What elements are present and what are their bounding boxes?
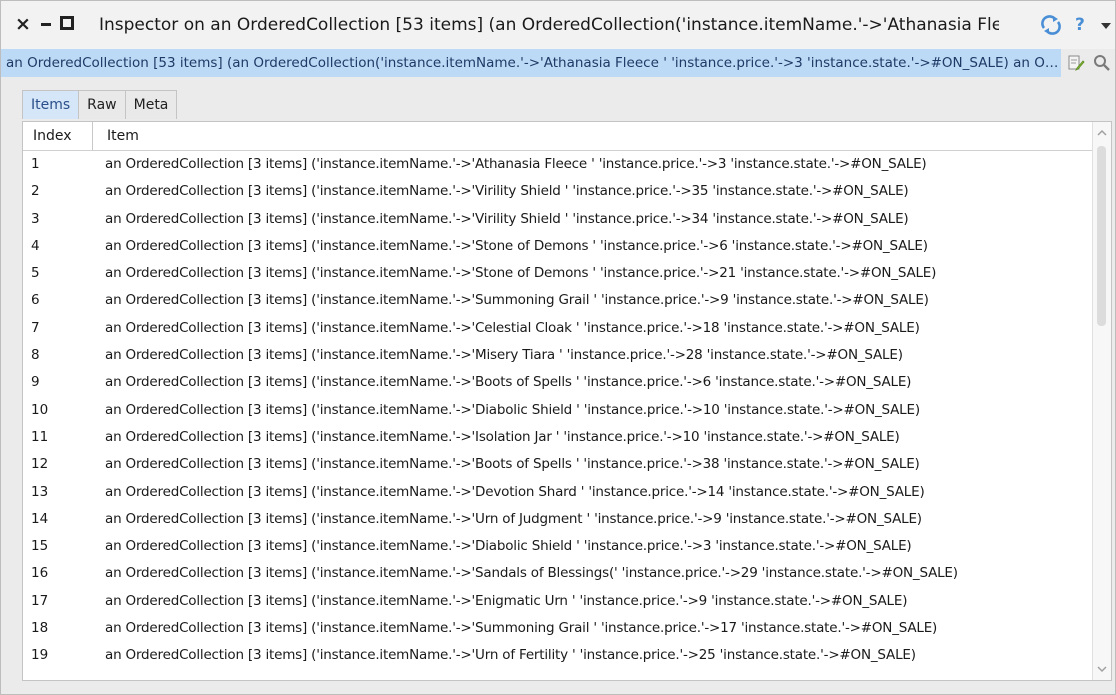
row-item: an OrderedCollection [3 items] ('instanc… <box>105 483 925 500</box>
table-row[interactable]: 8 an OrderedCollection [3 items] ('instan… <box>23 342 1093 369</box>
row-item: an OrderedCollection [3 items] ('instanc… <box>105 374 912 391</box>
row-index: 13 <box>31 483 49 500</box>
tab-bar: Items Raw Meta <box>22 90 178 120</box>
row-item: an OrderedCollection [3 items] ('instanc… <box>105 237 928 254</box>
row-item: an OrderedCollection [3 items] ('instanc… <box>105 647 916 664</box>
table-row[interactable]: 6 an OrderedCollection [3 items] ('instan… <box>23 287 1093 314</box>
scroll-down-icon[interactable] <box>1097 664 1107 674</box>
row-index: 9 <box>31 374 40 391</box>
table-row[interactable]: 3 an OrderedCollection [3 items] ('instan… <box>23 206 1093 233</box>
table-row[interactable]: 5 an OrderedCollection [3 items] ('instan… <box>23 260 1093 287</box>
table-row[interactable]: 18 an OrderedCollection [3 items] ('insta… <box>23 615 1093 642</box>
minimize-icon[interactable] <box>41 23 51 26</box>
row-index: 7 <box>31 319 40 336</box>
table-row[interactable]: 11 an OrderedCollection [3 items] ('insta… <box>23 424 1093 451</box>
table-row[interactable]: 13 an OrderedCollection [3 items] ('insta… <box>23 479 1093 506</box>
row-item: an OrderedCollection [3 items] ('instanc… <box>105 319 920 336</box>
title-bar[interactable]: × Inspector on an OrderedCollection [53 … <box>1 1 1115 49</box>
row-item: an OrderedCollection [3 items] ('instanc… <box>105 183 909 200</box>
chevron-down-icon[interactable] <box>1101 23 1111 29</box>
row-index: 18 <box>31 620 49 637</box>
table-row[interactable]: 14 an OrderedCollection [3 items] ('insta… <box>23 506 1093 533</box>
table-body: 1 an OrderedCollection [3 items] ('instan… <box>23 151 1093 670</box>
row-index: 16 <box>31 565 49 582</box>
table-row[interactable]: 17 an OrderedCollection [3 items] ('insta… <box>23 588 1093 615</box>
row-index: 12 <box>31 456 49 473</box>
scrollbar-thumb[interactable] <box>1097 146 1106 326</box>
window-title: Inspector on an OrderedCollection [53 it… <box>99 15 999 35</box>
edit-icon[interactable] <box>1067 54 1085 72</box>
row-item: an OrderedCollection [3 items] ('instanc… <box>105 347 903 364</box>
breadcrumb-item[interactable]: an OrderedCollection [53 items] (an Orde… <box>1 49 1061 77</box>
tab-items[interactable]: Items <box>22 90 80 119</box>
table-row[interactable]: 15 an OrderedCollection [3 items] ('insta… <box>23 533 1093 560</box>
table-row[interactable]: 10 an OrderedCollection [3 items] ('insta… <box>23 397 1093 424</box>
row-item: an OrderedCollection [3 items] ('instanc… <box>105 428 900 445</box>
maximize-icon[interactable] <box>60 16 74 30</box>
row-item: an OrderedCollection [3 items] ('instanc… <box>105 620 938 637</box>
row-index: 6 <box>31 292 40 309</box>
search-icon[interactable] <box>1093 54 1111 72</box>
row-item: an OrderedCollection [3 items] ('instanc… <box>105 210 909 227</box>
row-index: 8 <box>31 347 40 364</box>
row-index: 10 <box>31 401 49 418</box>
row-index: 4 <box>31 237 40 254</box>
row-item: an OrderedCollection [3 items] ('instanc… <box>105 265 937 282</box>
table-row[interactable]: 1 an OrderedCollection [3 items] ('instan… <box>23 151 1093 178</box>
items-table: Index Item 1 an OrderedCollection [3 item… <box>22 121 1112 681</box>
row-index: 1 <box>31 156 40 172</box>
table-row[interactable]: 9 an OrderedCollection [3 items] ('instan… <box>23 369 1093 396</box>
row-index: 14 <box>31 510 49 527</box>
row-index: 11 <box>31 428 49 445</box>
table-row[interactable]: 16 an OrderedCollection [3 items] ('insta… <box>23 560 1093 587</box>
row-index: 17 <box>31 592 49 609</box>
help-icon[interactable]: ? <box>1075 13 1089 37</box>
row-item: an OrderedCollection [3 items] ('instanc… <box>105 456 920 473</box>
row-index: 2 <box>31 183 40 200</box>
table-row[interactable]: 2 an OrderedCollection [3 items] ('instan… <box>23 178 1093 205</box>
scroll-up-icon[interactable] <box>1097 128 1107 138</box>
inspector-window: × Inspector on an OrderedCollection [53 … <box>0 0 1116 695</box>
tab-meta[interactable]: Meta <box>124 90 178 119</box>
row-index: 15 <box>31 538 49 555</box>
row-index: 5 <box>31 265 40 282</box>
table-header: Index Item <box>23 122 1093 151</box>
refresh-icon[interactable] <box>1040 14 1062 36</box>
table-row[interactable]: 4 an OrderedCollection [3 items] ('instan… <box>23 233 1093 260</box>
row-index: 3 <box>31 210 40 227</box>
breadcrumb: an OrderedCollection [53 items] (an Orde… <box>1 49 1115 83</box>
row-item: an OrderedCollection [3 items] ('instanc… <box>105 565 958 582</box>
row-item: an OrderedCollection [3 items] ('instanc… <box>105 592 908 609</box>
column-header-index[interactable]: Index <box>23 122 93 150</box>
vertical-scrollbar[interactable] <box>1092 122 1111 680</box>
row-index: 19 <box>31 647 49 664</box>
row-item: an OrderedCollection [3 items] ('instanc… <box>105 538 912 555</box>
table-row[interactable]: 19 an OrderedCollection [3 items] ('insta… <box>23 642 1093 669</box>
column-header-item[interactable]: Item <box>101 122 139 150</box>
row-item: an OrderedCollection [3 items] ('instanc… <box>105 156 927 172</box>
row-item: an OrderedCollection [3 items] ('instanc… <box>105 292 929 309</box>
close-icon[interactable]: × <box>15 13 31 35</box>
table-row[interactable]: 7 an OrderedCollection [3 items] ('instan… <box>23 315 1093 342</box>
row-item: an OrderedCollection [3 items] ('instanc… <box>105 401 920 418</box>
table-row[interactable]: 12 an OrderedCollection [3 items] ('insta… <box>23 451 1093 478</box>
row-item: an OrderedCollection [3 items] ('instanc… <box>105 510 922 527</box>
tab-raw[interactable]: Raw <box>78 90 126 119</box>
